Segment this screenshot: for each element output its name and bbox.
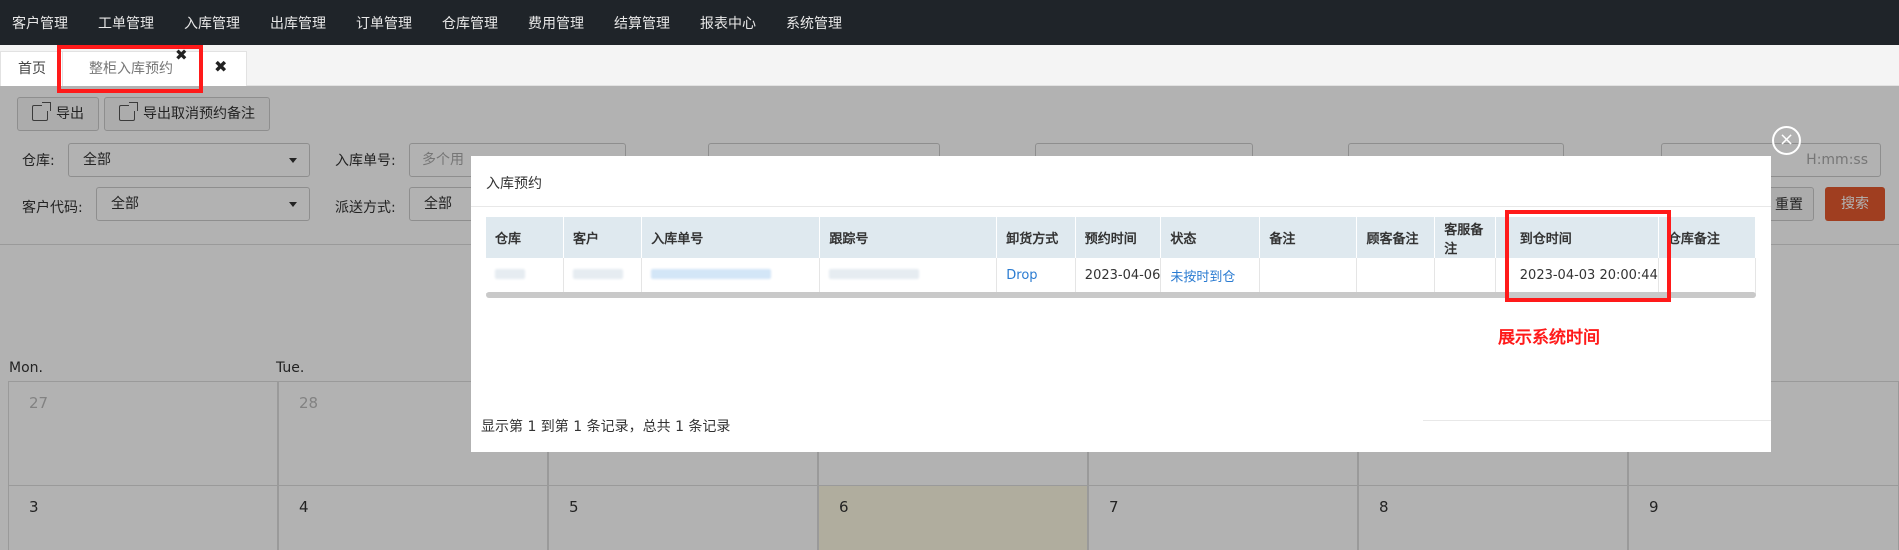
column-header[interactable]: 仓库备注	[1658, 217, 1757, 258]
pagination-summary: 显示第 1 到第 1 条记录，总共 1 条记录	[481, 419, 731, 435]
annotation-highlight-arrival-time	[1505, 210, 1671, 302]
modal-close-icon[interactable]: ×	[1772, 126, 1801, 155]
cell-warehouse-remark	[1658, 258, 1757, 294]
annotation-highlight-tab	[57, 45, 203, 93]
nav-report-center[interactable]: 报表中心	[700, 13, 756, 33]
column-header[interactable]: 客户	[563, 217, 643, 258]
nav-workorder-mgmt[interactable]: 工单管理	[98, 13, 154, 33]
annotation-label: 展示系统时间	[1498, 328, 1600, 348]
column-header[interactable]: 预约时间	[1075, 217, 1162, 258]
column-header[interactable]: 入库单号	[641, 217, 821, 258]
nav-order-mgmt[interactable]: 订单管理	[356, 13, 412, 33]
cell-unload-method[interactable]: Drop	[996, 258, 1076, 294]
close-all-tabs-icon[interactable]: ✖	[214, 59, 227, 75]
cell-tracking-no	[819, 258, 998, 294]
top-nav: 客户管理 工单管理 入库管理 出库管理 订单管理 仓库管理 费用管理 结算管理 …	[0, 0, 1899, 45]
modal-footer-divider	[1423, 420, 1771, 421]
cell-service-remark	[1434, 258, 1496, 294]
cell-appointment-time: 2023-04-06	[1075, 258, 1162, 294]
nav-inbound-mgmt[interactable]: 入库管理	[184, 13, 240, 33]
nav-system-mgmt[interactable]: 系统管理	[786, 13, 842, 33]
tab-home[interactable]: 首页	[0, 51, 64, 86]
cell-remark	[1259, 258, 1358, 294]
modal-title: 入库预约	[486, 176, 542, 192]
nav-warehouse-mgmt[interactable]: 仓库管理	[442, 13, 498, 33]
cell-customer	[563, 258, 643, 294]
column-header[interactable]: 跟踪号	[819, 217, 998, 258]
column-header[interactable]: 客服备注	[1434, 217, 1496, 258]
cell-status[interactable]: 未按时到仓	[1160, 258, 1261, 294]
column-header[interactable]: 顾客备注	[1356, 217, 1436, 258]
column-header[interactable]: 备注	[1259, 217, 1358, 258]
column-header[interactable]: 卸货方式	[996, 217, 1076, 258]
nav-outbound-mgmt[interactable]: 出库管理	[270, 13, 326, 33]
modal-divider	[471, 206, 1771, 207]
nav-fee-mgmt[interactable]: 费用管理	[528, 13, 584, 33]
column-header[interactable]: 状态	[1160, 217, 1261, 258]
cell-warehouse	[486, 258, 564, 294]
nav-customer-mgmt[interactable]: 客户管理	[12, 13, 68, 33]
cell-customer-remark	[1356, 258, 1436, 294]
cell-inbound-no[interactable]	[641, 258, 821, 294]
column-header[interactable]: 仓库	[486, 217, 564, 258]
inbound-appointment-modal: 入库预约 仓库 客户 入库单号 跟踪号 卸货方式 预约时间 状态 备注 顾客备注…	[471, 156, 1771, 452]
nav-settlement-mgmt[interactable]: 结算管理	[614, 13, 670, 33]
tab-bar: 首页 整柜入库预约 ✖ ✖	[0, 45, 1899, 86]
